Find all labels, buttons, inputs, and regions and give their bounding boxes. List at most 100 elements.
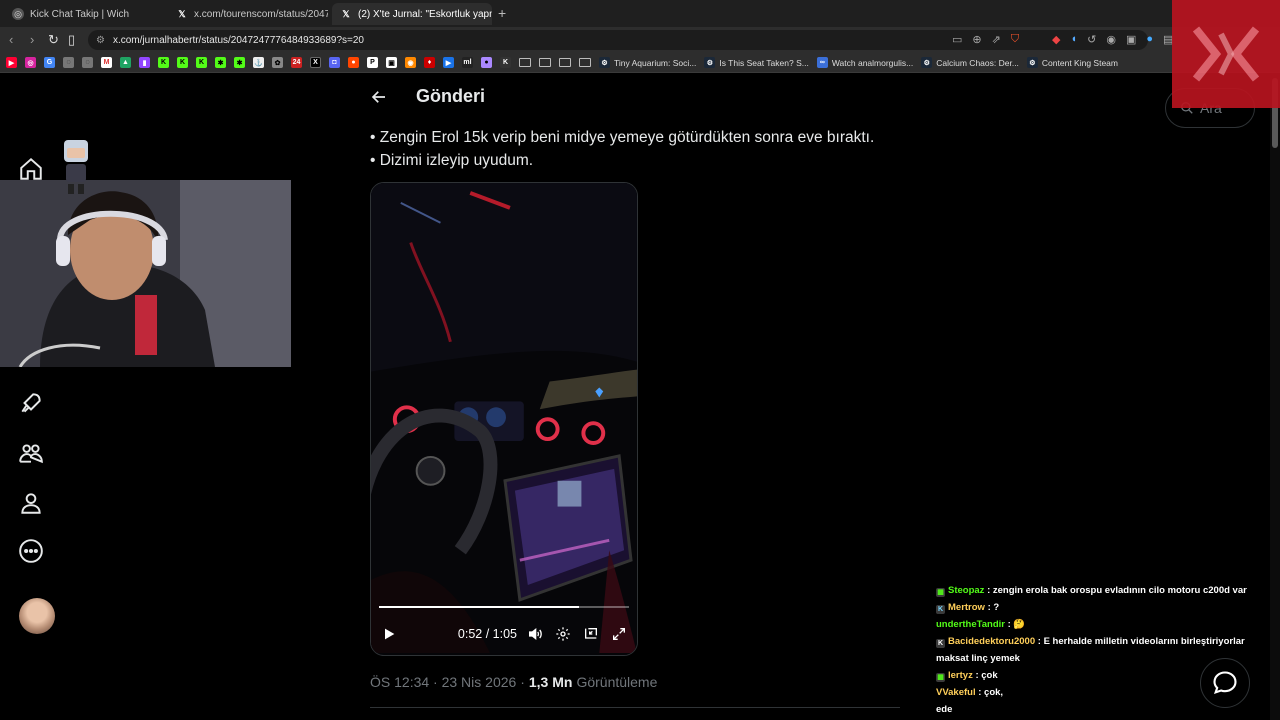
translate-icon[interactable]: G [44,57,55,68]
bookmark-site-icon[interactable]: ◌ [63,57,74,68]
play-icon[interactable] [381,626,397,642]
more-options-icon[interactable] [18,538,44,564]
extension-icon[interactable]: ◆ [1052,33,1060,46]
back-arrow-icon[interactable] [370,88,388,106]
bookmarks-bar: ▶ ◎ G ◌ ◌ M ▲ ▮ K K K ✱ ✱ ⚓ ✿ 24 X ◘ ● P… [0,53,1280,73]
steam-icon: ⚙ [1026,57,1038,68]
bookmark-link[interactable]: ⚙ Is This Seat Taken? S... [704,57,809,68]
new-tab-button[interactable]: + [498,5,506,21]
video-player[interactable]: 0:52 / 1:05 [370,182,638,656]
fullscreen-icon[interactable] [611,626,627,642]
bookmark-site-icon[interactable]: ◌ [82,57,93,68]
chat-username: Mertrow [948,602,985,613]
profile-icon[interactable] [18,490,44,516]
reddit-icon[interactable]: ● [348,57,359,68]
gmail-icon[interactable]: M [101,57,112,68]
steam-icon: ⚙ [704,57,716,68]
reload-icon[interactable]: ↻ [48,32,59,48]
chat-text: ede [936,704,953,715]
tab-title: Kick Chat Takip | Wich [30,8,130,20]
bookmark-link[interactable]: ⚙ Calcium Chaos: Der... [921,57,1019,68]
extension-icon[interactable]: ● [1146,33,1153,46]
instagram-icon[interactable]: ◎ [25,57,36,68]
bookmark-site-icon[interactable]: ▣ [386,57,397,68]
folder-icon[interactable] [579,58,591,67]
tab-x-status[interactable]: 𝕏 x.com/tourenscom/status/2047270 [168,3,328,25]
brave-shield-icon[interactable]: ⛉ [1011,33,1019,46]
bookmark-site-icon[interactable]: ✿ [272,57,283,68]
account-avatar[interactable] [19,598,55,634]
extension-icon[interactable]: ◖ [1070,33,1077,46]
extension-icon[interactable]: ◉ [1106,33,1116,46]
messages-button[interactable] [1200,658,1250,708]
chat-text: : 🤔 [1007,619,1026,630]
chat-message: K Mertrow : ? [936,599,1280,616]
site-info-icon[interactable]: ⚙ [96,35,105,46]
chat-message: undertheTandir : 🤔 [936,616,1280,633]
home-icon[interactable] [18,156,44,182]
post-line: • Dizimi izleyip uyudum. [370,152,534,169]
bookmark-site-icon[interactable]: ● [481,57,492,68]
kick-icon[interactable]: ✱ [234,57,245,68]
video-progress-fill [379,606,579,608]
zoom-icon[interactable]: ⊕ [972,33,981,46]
share-icon[interactable]: ⇗ [992,33,1001,46]
chat-username: undertheTandir [936,619,1005,630]
k-badge-icon: K [936,639,945,648]
address-bar-actions: ▭ ⊕ ⇗ ⛉ [952,33,1019,46]
folder-icon[interactable] [559,58,571,67]
post-meta: ÖS 12:34 · 23 Nis 2026 · 1,3 Mn Görüntül… [370,674,657,690]
webcam-overlay [0,180,291,367]
page-scrollbar[interactable] [1270,74,1280,720]
chat-text: : çok, [978,687,1004,698]
extension-icon[interactable]: ↺ [1087,33,1096,46]
bookmark-site-icon[interactable]: ♦ [424,57,435,68]
cast-icon[interactable]: ▭ [952,33,962,46]
video-progress-bar[interactable] [379,606,629,608]
video-time: 0:52 / 1:05 [457,627,517,641]
picture-in-picture-icon[interactable] [583,626,599,642]
kick-icon[interactable]: K [158,57,169,68]
bookmark-link[interactable]: ⚙ Content King Steam [1026,57,1118,68]
webcam-feed [0,180,291,367]
bookmark-site-icon[interactable]: P [367,57,378,68]
post-line: • Zengin Erol 15k verip beni midye yemey… [370,129,875,146]
bookmark-site-icon[interactable]: ml [462,57,473,68]
bookmark-site-icon[interactable]: K [500,57,511,68]
folder-icon[interactable] [539,58,551,67]
youtube-icon[interactable]: ▶ [6,57,17,68]
kick-icon[interactable]: ✱ [215,57,226,68]
bookmark-site-icon[interactable]: 24 [291,57,302,68]
browser-toolbar: ‹ › ↻ ▯ ⚙ x.com/jurnalhabertr/status/204… [0,27,1280,53]
x-page: Gönderi • Zengin Erol 15k verip beni mid… [0,74,1280,720]
settings-gear-icon[interactable] [555,626,571,642]
video-controls: 0:52 / 1:05 [371,621,637,647]
bookmark-link[interactable]: ⚙ Tiny Aquarium: Soci... [599,57,696,68]
chat-username: Steopaz [948,585,985,596]
kick-icon[interactable]: K [196,57,207,68]
rocket-icon[interactable] [18,390,44,416]
extension-icon[interactable]: ▣ [1126,33,1136,46]
tab-x-jurnal[interactable]: 𝕏 (2) X'te Jurnal: "Eskortluk yapmak ✕ [332,3,492,25]
post-text: • Zengin Erol 15k verip beni midye yemey… [370,126,874,172]
volume-icon[interactable] [527,626,543,642]
drive-icon[interactable]: ▲ [120,57,131,68]
steam-icon: ⚙ [921,57,933,68]
communities-icon[interactable] [18,440,44,466]
back-arrow-icon[interactable]: ‹ [9,32,13,47]
kick-icon[interactable]: K [177,57,188,68]
bookmark-icon[interactable]: ▯ [68,32,75,48]
steam-icon: ⚙ [599,57,610,68]
post-timestamp[interactable]: ÖS 12:34 · 23 Nis 2026 · [370,674,525,690]
discord-icon[interactable]: ◘ [329,57,340,68]
anchor-icon[interactable]: ⚓ [253,57,264,68]
bookmark-site-icon[interactable]: ▶ [443,57,454,68]
bookmark-link[interactable]: ∞ Watch analmorgulis... [816,57,913,68]
twitch-icon[interactable]: ▮ [139,57,150,68]
tab-kick-chat[interactable]: ◎ Kick Chat Takip | Wich [4,3,164,25]
folder-icon[interactable] [519,58,531,67]
view-label: Görüntüleme [576,674,658,690]
x-logo-icon[interactable]: X [310,57,321,68]
forward-arrow-icon[interactable]: › [30,32,34,47]
bookmark-site-icon[interactable]: ◉ [405,57,416,68]
